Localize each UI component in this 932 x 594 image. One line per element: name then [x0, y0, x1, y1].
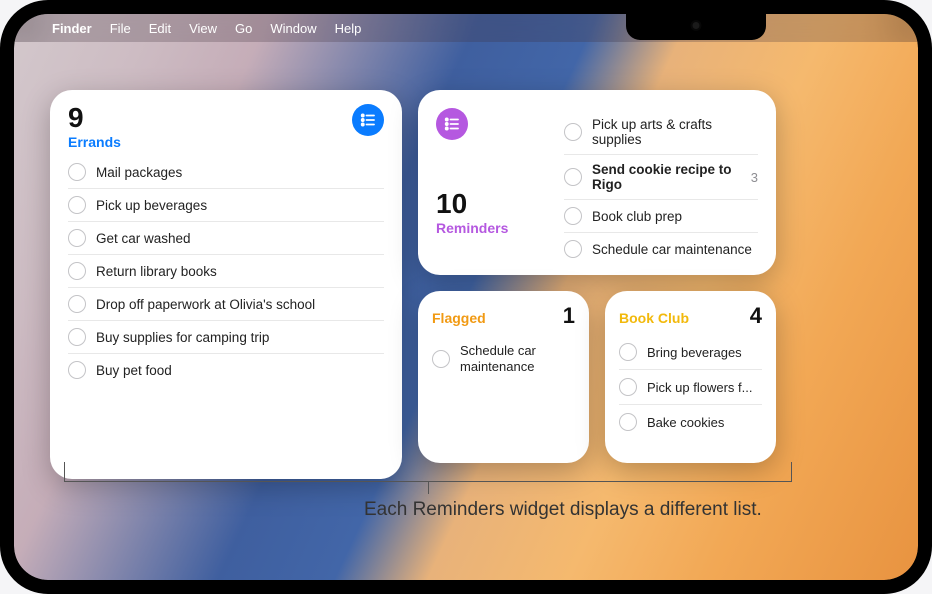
reminders-list-name: Reminders [436, 220, 546, 236]
checkbox-icon[interactable] [68, 295, 86, 313]
list-icon [436, 108, 468, 140]
checkbox-icon[interactable] [619, 378, 637, 396]
reminder-item[interactable]: Get car washed [68, 221, 384, 254]
reminder-item[interactable]: Return library books [68, 254, 384, 287]
widget-errands[interactable]: 9 Errands Mail packages Pick up beverage… [50, 90, 402, 479]
reminder-text: Bake cookies [647, 415, 724, 430]
errands-count: 9 [68, 104, 121, 132]
reminder-text: Pick up flowers f... [647, 380, 752, 395]
reminders-items: Pick up arts & crafts supplies Send cook… [564, 110, 758, 265]
checkbox-icon[interactable] [564, 123, 582, 141]
flagged-list-name: Flagged [432, 310, 486, 326]
reminders-count: 10 [436, 190, 546, 218]
checkbox-icon[interactable] [68, 361, 86, 379]
bookclub-count: 4 [750, 303, 762, 329]
subtask-count: 3 [751, 170, 758, 185]
checkbox-icon[interactable] [432, 350, 450, 368]
reminder-item[interactable]: Pick up flowers f... [619, 369, 762, 404]
camera-icon [693, 22, 700, 29]
reminder-text: Book club prep [592, 209, 682, 224]
app-menu-finder[interactable]: Finder [52, 21, 92, 36]
menu-bar: Finder File Edit View Go Window Help [14, 14, 918, 42]
bookclub-list-name: Book Club [619, 310, 689, 326]
reminder-text: Buy pet food [96, 363, 172, 378]
errands-items: Mail packages Pick up beverages Get car … [68, 156, 384, 386]
errands-list-name: Errands [68, 134, 121, 150]
checkbox-icon[interactable] [68, 196, 86, 214]
reminder-text: Pick up beverages [96, 198, 207, 213]
flagged-count: 1 [563, 303, 575, 329]
reminder-text: Send cookie recipe to Rigo [592, 162, 741, 192]
reminder-item[interactable]: Schedule car maintenance [432, 335, 575, 384]
reminder-text: Bring beverages [647, 345, 742, 360]
checkbox-icon[interactable] [564, 240, 582, 258]
desktop-widget-area: 9 Errands Mail packages Pick up beverage… [14, 42, 918, 580]
menu-go[interactable]: Go [235, 21, 252, 36]
checkbox-icon[interactable] [68, 262, 86, 280]
reminder-item[interactable]: Buy supplies for camping trip [68, 320, 384, 353]
checkbox-icon[interactable] [564, 168, 582, 186]
reminder-text: Mail packages [96, 165, 182, 180]
flagged-items: Schedule car maintenance [432, 335, 575, 384]
reminder-item[interactable]: Pick up arts & crafts supplies [564, 110, 758, 154]
device-frame: Finder File Edit View Go Window Help 9 E… [0, 0, 932, 594]
reminder-item[interactable]: Buy pet food [68, 353, 384, 386]
reminder-item[interactable]: Mail packages [68, 156, 384, 188]
reminder-item[interactable]: Bring beverages [619, 335, 762, 369]
desktop-screen: Finder File Edit View Go Window Help 9 E… [14, 14, 918, 580]
reminder-item[interactable]: Schedule car maintenance [564, 232, 758, 265]
widget-book-club[interactable]: Book Club 4 Bring beverages Pick up flow… [605, 291, 776, 463]
checkbox-icon[interactable] [619, 413, 637, 431]
bookclub-items: Bring beverages Pick up flowers f... Bak… [619, 335, 762, 439]
notch [626, 14, 766, 40]
reminder-text: Get car washed [96, 231, 191, 246]
reminder-item[interactable]: Send cookie recipe to Rigo 3 [564, 154, 758, 199]
menu-edit[interactable]: Edit [149, 21, 171, 36]
reminder-item[interactable]: Pick up beverages [68, 188, 384, 221]
reminder-text: Schedule car maintenance [592, 242, 752, 257]
reminder-text: Schedule car maintenance [460, 343, 575, 376]
reminder-text: Pick up arts & crafts supplies [592, 117, 758, 147]
checkbox-icon[interactable] [68, 229, 86, 247]
menu-view[interactable]: View [189, 21, 217, 36]
menu-file[interactable]: File [110, 21, 131, 36]
reminder-item[interactable]: Drop off paperwork at Olivia's school [68, 287, 384, 320]
checkbox-icon[interactable] [68, 328, 86, 346]
reminder-text: Buy supplies for camping trip [96, 330, 269, 345]
reminder-text: Return library books [96, 264, 217, 279]
reminder-item[interactable]: Bake cookies [619, 404, 762, 439]
checkbox-icon[interactable] [564, 207, 582, 225]
reminder-item[interactable]: Book club prep [564, 199, 758, 232]
checkbox-icon[interactable] [619, 343, 637, 361]
menu-help[interactable]: Help [335, 21, 362, 36]
widget-flagged[interactable]: Flagged 1 Schedule car maintenance [418, 291, 589, 463]
menu-window[interactable]: Window [270, 21, 316, 36]
list-icon [352, 104, 384, 136]
widget-all-reminders[interactable]: 10 Reminders Pick up arts & crafts suppl… [418, 90, 776, 275]
checkbox-icon[interactable] [68, 163, 86, 181]
reminder-text: Drop off paperwork at Olivia's school [96, 297, 315, 312]
